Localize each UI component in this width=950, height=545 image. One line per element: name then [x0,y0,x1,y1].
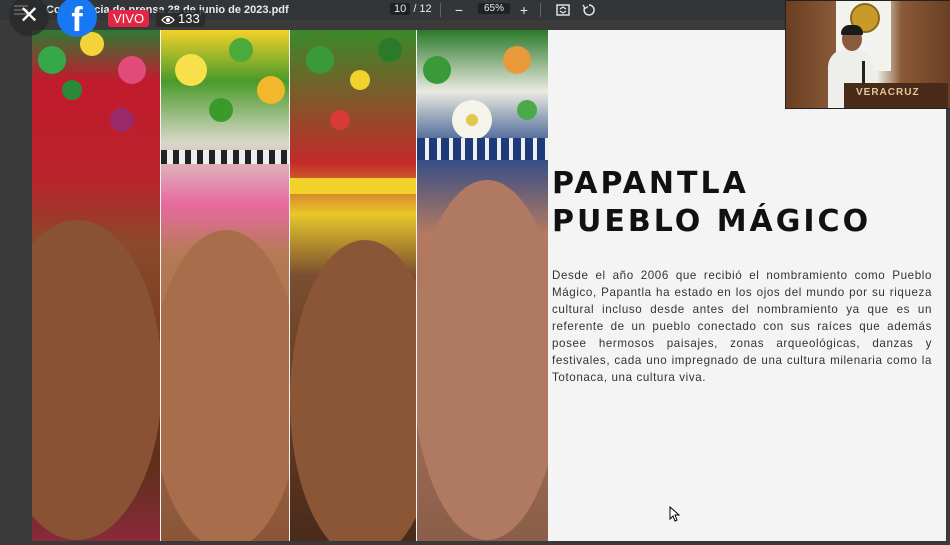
toolbar-divider [440,3,441,17]
speaker-webcam-feed: VERACRUZ [785,0,950,109]
microphone-icon [862,61,865,85]
page-current-input[interactable]: 10 [390,3,411,15]
fit-page-icon[interactable] [556,3,570,17]
viewer-count-badge: 133 [156,10,205,27]
eye-icon [161,15,175,25]
woven-band [161,150,289,164]
toolbar-divider [540,3,541,17]
face-young-man [161,230,289,541]
slide-title-line-2: PUEBLO MÁGICO [552,204,872,239]
zoom-level-input[interactable]: 65% [478,3,511,14]
woven-band [417,138,548,160]
face-man [290,240,416,541]
portrait-strip-young-man [161,30,289,541]
mouse-cursor-icon [669,506,681,522]
face-child [32,220,160,540]
portrait-strip-child [32,30,160,541]
podium-label: VERACRUZ [856,87,920,98]
rotate-icon[interactable] [582,3,596,17]
page-total: / 12 [413,3,432,15]
page-indicator: 10 / 12 [390,3,432,15]
zoom-in-button[interactable]: + [516,2,532,18]
slide-title: PAPANTLA PUEBLO MÁGICO [552,165,871,241]
live-badge: VIVO [108,10,150,27]
embroidered-band [290,178,416,194]
flower-headdress-image [175,38,285,122]
speaker-hair [841,25,863,35]
slide-title-line-1: PAPANTLA [552,166,749,201]
flower-headdress-image [423,46,537,140]
portrait-strip-elder [417,30,548,541]
viewer-count: 133 [178,11,200,26]
face-elder [417,180,548,540]
slide-body-text: Desde el año 2006 que recibió el nombram… [552,269,932,384]
flower-headdress-image [306,38,402,130]
portrait-strip-man [290,30,416,541]
flower-headdress-image [38,32,146,132]
portrait-collage [32,30,548,541]
zoom-out-button[interactable]: − [451,2,467,18]
